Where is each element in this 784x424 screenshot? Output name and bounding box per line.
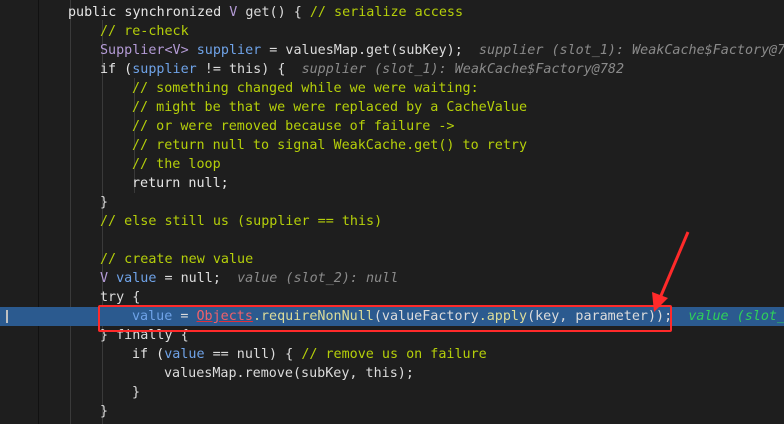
annotation-arrow-icon (652, 231, 690, 312)
